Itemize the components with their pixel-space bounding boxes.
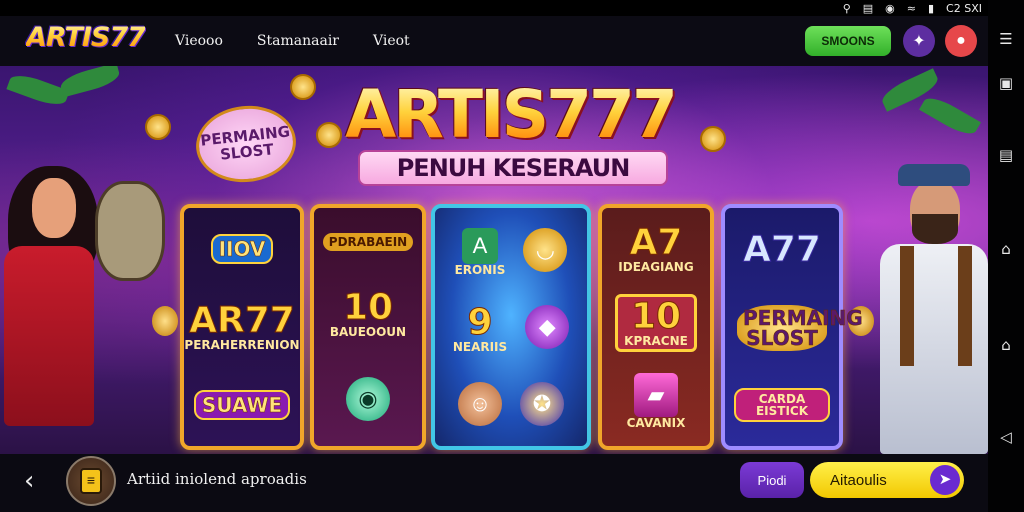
alarm-icon: ◉ (885, 1, 895, 15)
star-button[interactable]: ✦ (903, 25, 935, 57)
reel-symbol-caption: NEARIIS (452, 339, 508, 354)
reel-symbol: PERMAING SLOST (737, 304, 863, 351)
slot-reel-1[interactable]: IIOV AR77 PERAHERRENION SUAWE (180, 204, 304, 450)
reel-symbol: IIOV (210, 233, 274, 264)
bottom-bar-text: Artiid iniolend aproadis (127, 470, 307, 488)
reel-symbol: 10 (630, 295, 682, 337)
coin-decoration (700, 126, 726, 152)
palm-leaf-decoration (919, 92, 981, 140)
reel-symbol-caption: CAVANIX (626, 416, 686, 431)
avatar-icon: ● (956, 32, 966, 49)
slot-reel-2[interactable]: PDRABAEIN 10 BAUEOOUN ◉ (310, 204, 426, 450)
status-bar: ⚲ ▤ ◉ ≈ ▮ C2 SXI (0, 0, 988, 16)
back-arrow-icon[interactable]: ‹ (24, 466, 34, 496)
system-nav-bar: ☰ ▣ ▤ ⌂ ⌂ ◁ (988, 0, 1024, 512)
reel-symbol-caption: PERAHERRENION (184, 337, 300, 352)
app-header: ARTIS77 Vieooo Stamanaair Vieot SMOONS ✦… (0, 16, 988, 66)
reel-symbol-caption: KPRACNE (624, 333, 688, 348)
logo[interactable]: ARTIS77 (26, 22, 146, 53)
nav-item-2[interactable]: Stamanaair (257, 33, 339, 49)
reel-symbol-group: 10 BAUEOOUN (329, 286, 407, 339)
reel-symbol: CARDA EISTICK (734, 387, 830, 422)
hero-banner[interactable]: PERMAING SLOST ARTIS777 PENUH KESERAUN I… (0, 66, 988, 454)
slot-reel-5[interactable]: A77 PERMAING SLOST CARDA EISTICK (721, 204, 863, 450)
primary-button-label: Aitaoulis (830, 471, 887, 489)
hero-title: ARTIS777 (330, 82, 690, 148)
reel-symbol: A77 (743, 229, 822, 271)
reel-symbol: 10 (342, 286, 394, 328)
signal-icon: ▮ (927, 1, 935, 15)
reel-symbol-group: AR77 PERAHERRENION (184, 299, 300, 352)
nav-item-1[interactable]: Vieooo (175, 33, 223, 49)
reel-row: A ERONIS ◡ (439, 228, 583, 276)
reel-knob-left (152, 306, 178, 336)
split-screen-icon[interactable]: ▤ (988, 146, 1024, 164)
woman-dress (4, 246, 94, 426)
coin-decoration (290, 74, 316, 100)
secondary-button[interactable]: Piodi (740, 462, 804, 498)
status-time: C2 SXI (946, 1, 982, 15)
hero-subtitle: PENUH KESERAUN (358, 150, 668, 186)
primary-button[interactable]: Aitaoulis ➤ (810, 462, 964, 498)
nav-item-3[interactable]: Vieot (373, 33, 410, 49)
header-cta-button[interactable]: SMOONS (805, 26, 891, 56)
reel-row: 9 NEARIIS ◆ (439, 301, 583, 354)
app-icon[interactable]: ≡ (66, 456, 116, 506)
dog-mascot (95, 181, 165, 281)
suspender (958, 246, 972, 366)
gem-icon: ◆ (525, 304, 570, 349)
slot-reel-4[interactable]: A7 IDEAGIANG 10 KPRACNE ▰ CAVANIX (598, 204, 714, 450)
reel-symbol: PDRABAEIN (322, 233, 414, 252)
character-icon: ☺ (458, 381, 502, 426)
reel-symbol: 9 (467, 301, 493, 343)
top-nav: Vieooo Stamanaair Vieot (175, 16, 410, 66)
pot-icon: ◡ (523, 228, 568, 273)
back-icon[interactable]: ◁ (988, 428, 1024, 446)
reel-symbol: A7 (629, 221, 683, 263)
reel-symbol-group: 9 NEARIIS (452, 301, 508, 354)
bottom-bar: ‹ ≡ Artiid iniolend aproadis Piodi Aitao… (0, 454, 988, 512)
reel-symbol-group: ▰ CAVANIX (626, 373, 686, 431)
reel-symbol: SUAWE (193, 390, 291, 421)
status-icons: ⚲ ▤ ◉ ≈ ▮ C2 SXI (843, 0, 982, 16)
reel-symbol: AR77 (189, 299, 296, 341)
slot-reel-3[interactable]: A ERONIS ◡ 9 NEARIIS ◆ ☺ ✪ (431, 204, 591, 450)
man-beard (912, 214, 958, 244)
letter-a-icon: A (461, 228, 498, 265)
reel-symbol-group: 10 KPRACNE (615, 293, 697, 352)
woman-face (32, 178, 76, 238)
card-icon: ▰ (634, 373, 678, 418)
reel-symbol-group: A ERONIS (454, 228, 506, 278)
wifi-icon: ≈ (906, 1, 916, 15)
menu-icon[interactable]: ☰ (988, 30, 1024, 48)
reel-symbol-caption: BAUEOOUN (329, 324, 407, 339)
palm-leaf-decoration (6, 70, 70, 110)
multiwindow-icon[interactable]: ▣ (988, 74, 1024, 92)
hero-badge: PERMAING SLOST (192, 100, 300, 188)
reel-symbol-group: A7 IDEAGIANG (618, 221, 694, 274)
home-icon[interactable]: ⌂ (988, 240, 1024, 258)
coin-decoration (145, 114, 171, 140)
gem-icon: ◉ (346, 376, 390, 421)
man-hat (898, 164, 970, 186)
reel-symbol-caption: IDEAGIANG (618, 259, 694, 274)
medal-icon: ✪ (520, 381, 564, 426)
suspender (900, 246, 914, 366)
palm-leaf-decoration (58, 66, 122, 98)
location-icon: ⚲ (842, 1, 851, 15)
avatar-button[interactable]: ● (945, 25, 977, 57)
recent-icon[interactable]: ⌂ (988, 336, 1024, 354)
vibrate-icon: ▤ (862, 1, 874, 15)
star-icon: ✦ (912, 33, 926, 50)
reel-symbol-caption: ERONIS (454, 263, 506, 278)
notes-icon: ≡ (80, 468, 102, 494)
reel-row: ☺ ✪ (439, 381, 583, 426)
send-icon: ➤ (930, 465, 960, 495)
